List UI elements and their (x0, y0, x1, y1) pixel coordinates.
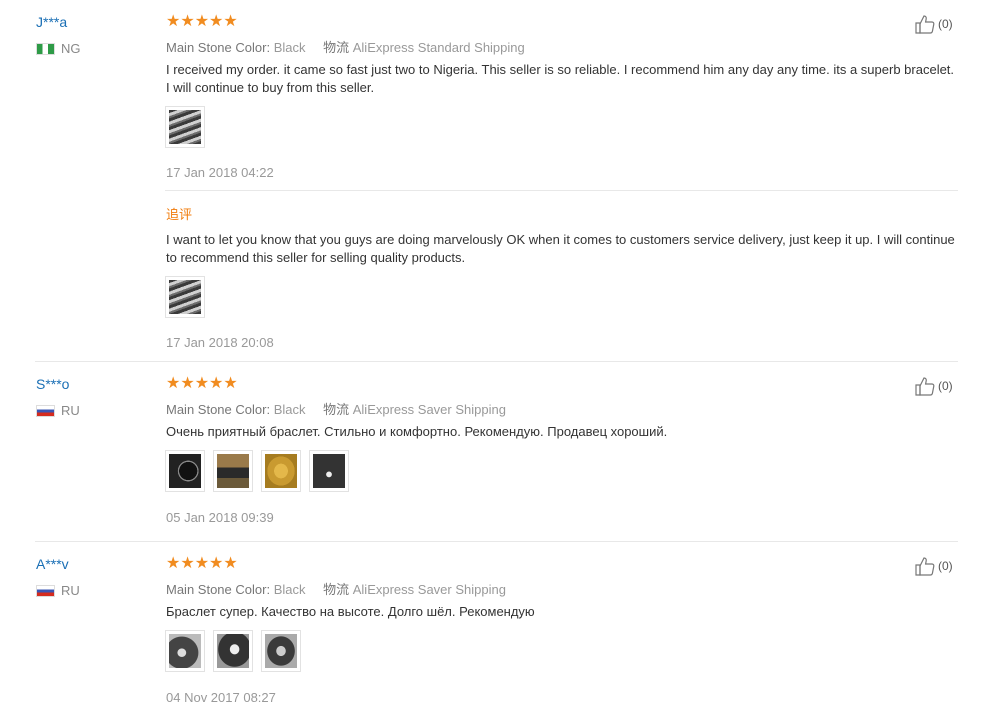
star-rating: ★★★★★ (166, 13, 238, 30)
review-text: I received my order. it came so fast jus… (166, 62, 955, 95)
attr-label: Main Stone Color: (166, 40, 271, 55)
review-divider (35, 361, 958, 362)
review-image-thumb[interactable] (165, 630, 205, 672)
attr-label: Main Stone Color: (166, 402, 271, 417)
reviewer-country: RU (36, 403, 80, 418)
review-images (165, 106, 205, 148)
divider (165, 190, 958, 191)
bracelet-photo (169, 634, 201, 668)
helpful-count: (0) (938, 559, 953, 573)
country-code: RU (61, 403, 80, 418)
reviewer-name[interactable]: A***v (36, 556, 69, 572)
reviewer-country: RU (36, 583, 80, 598)
review-divider (35, 541, 958, 542)
shipping-label: 物流 (323, 402, 350, 417)
review-meta: Main Stone Color: Black 物流 AliExpress St… (166, 37, 525, 56)
bracelet-photo (265, 634, 297, 668)
shipping-label: 物流 (323, 582, 350, 597)
review-image-thumb[interactable] (165, 106, 205, 148)
helpful-button[interactable]: (0) (914, 14, 953, 34)
bracelet-photo (169, 280, 201, 314)
flag-ru-icon (36, 404, 55, 417)
flag-ng-icon (36, 42, 55, 55)
attr-value: Black (273, 582, 306, 597)
additional-review-images (165, 276, 205, 318)
review-image-thumb[interactable] (309, 450, 349, 492)
bracelet-photo (169, 454, 201, 488)
review-image-thumb[interactable] (261, 630, 301, 672)
additional-review-text: I want to let you know that you guys are… (166, 232, 955, 265)
thumbs-up-icon (915, 557, 935, 576)
review-text: Браслет супер. Качество на высоте. Долго… (166, 604, 535, 619)
bracelet-photo (217, 454, 249, 488)
helpful-button[interactable]: (0) (914, 376, 953, 396)
reviewer-name[interactable]: J***a (36, 14, 67, 30)
flag-ru-icon (36, 584, 55, 597)
thumbs-up-icon (915, 377, 935, 396)
attr-value: Black (273, 402, 306, 417)
review-image-thumb[interactable] (165, 450, 205, 492)
review-images (165, 630, 301, 672)
review-meta: Main Stone Color: Black 物流 AliExpress Sa… (166, 399, 506, 418)
helpful-count: (0) (938, 17, 953, 31)
reviewer-country: NG (36, 41, 81, 56)
review-date: 04 Nov 2017 08:27 (166, 690, 276, 705)
additional-review-label: 追评 (166, 207, 193, 222)
shipping-value: AliExpress Standard Shipping (352, 40, 525, 55)
review-image-thumb[interactable] (213, 630, 253, 672)
helpful-count: (0) (938, 379, 953, 393)
review-image-thumb[interactable] (261, 450, 301, 492)
review-meta: Main Stone Color: Black 物流 AliExpress Sa… (166, 579, 506, 598)
shipping-value: AliExpress Saver Shipping (352, 582, 506, 597)
country-code: NG (61, 41, 81, 56)
bracelet-photo (313, 454, 345, 488)
attr-value: Black (273, 40, 306, 55)
review-image-thumb[interactable] (165, 276, 205, 318)
bracelet-photo (169, 110, 201, 144)
reviewer-name[interactable]: S***o (36, 376, 69, 392)
star-rating: ★★★★★ (166, 375, 238, 392)
attr-label: Main Stone Color: (166, 582, 271, 597)
country-code: RU (61, 583, 80, 598)
bracelet-photo (217, 634, 249, 668)
review-date: 05 Jan 2018 09:39 (166, 510, 274, 525)
review-image-thumb[interactable] (213, 450, 253, 492)
helpful-button[interactable]: (0) (914, 556, 953, 576)
shipping-label: 物流 (323, 40, 350, 55)
star-rating: ★★★★★ (166, 555, 238, 572)
review-images (165, 450, 349, 492)
review-date: 17 Jan 2018 04:22 (166, 165, 274, 180)
review-text: Очень приятный браслет. Стильно и комфор… (166, 424, 668, 439)
additional-review-date: 17 Jan 2018 20:08 (166, 335, 274, 350)
shipping-value: AliExpress Saver Shipping (352, 402, 506, 417)
thumbs-up-icon (915, 15, 935, 34)
bracelet-photo (265, 454, 297, 488)
